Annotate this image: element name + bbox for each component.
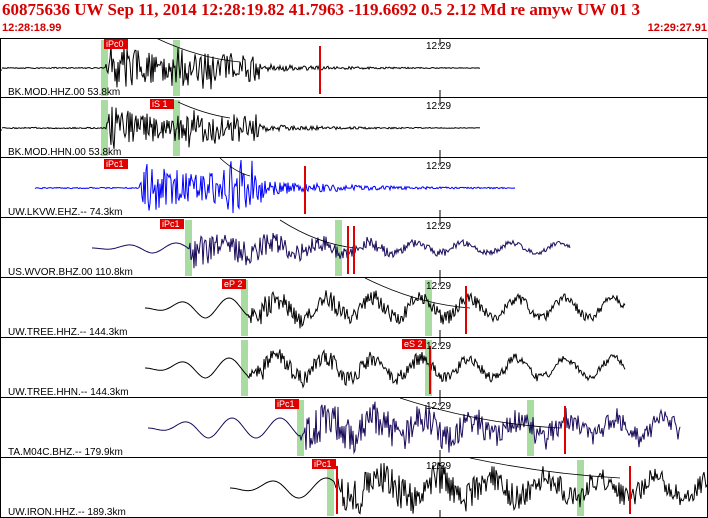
station-label-1: BK.MOD.HHN.00 53.8km [8, 147, 121, 158]
pick-window-3-1 [335, 220, 342, 276]
minute-label: 12:29 [426, 401, 451, 412]
minute-label: 12:29 [426, 221, 451, 232]
pick-label-6: iPc1 [277, 399, 295, 409]
pick-window-5-0 [241, 340, 248, 396]
travel-curve-1 [177, 101, 231, 119]
waveform-0 [1, 44, 481, 90]
seismogram-panel: iPc0 12:29 BK.MOD.HHZ.00 53.8km iS 1 12:29 BK… [0, 38, 708, 518]
station-label-3: US.WVOR.BHZ.00 110.8km [8, 267, 133, 278]
waveform-3 [92, 232, 571, 269]
travel-curve-3 [279, 219, 356, 249]
station-label-7: UW.IRON.HHZ.-- 189.3km [8, 507, 126, 518]
end-time: 12:29:27.91 [647, 22, 707, 34]
station-label-5: UW.TREE.HHN.-- 144.3km [8, 387, 129, 398]
minute-label: 12:29 [426, 161, 451, 172]
pick-label-2: iPc1 [106, 159, 124, 169]
minute-label: 12:29 [426, 41, 451, 52]
pick-window-7-1 [577, 460, 584, 516]
waveform-5 [145, 349, 626, 389]
pick-label-1: iS 1 [152, 99, 168, 109]
minute-label: 12:29 [426, 461, 451, 472]
station-label-6: TA.M04C.BHZ.-- 179.9km [8, 447, 123, 458]
header: 60875636 UW Sep 11, 2014 12:28:19.82 41.… [0, 0, 708, 38]
pick-label-4: eP 2 [224, 279, 242, 289]
start-time: 12:28:18.99 [2, 22, 62, 34]
station-label-4: UW.TREE.HHZ.-- 144.3km [8, 327, 127, 338]
waveform-7 [230, 462, 708, 515]
waveform-6 [148, 401, 681, 455]
waveform-1 [1, 106, 481, 149]
minute-label: 12:29 [426, 101, 451, 112]
minute-label: 12:29 [426, 341, 451, 352]
pick-label-3: iPc1 [162, 219, 180, 229]
event-title: 60875636 UW Sep 11, 2014 12:28:19.82 41.… [2, 0, 640, 19]
pick-label-0: iPc0 [106, 39, 124, 49]
pick-label-5: eS 2 [404, 339, 423, 349]
pick-label-7: iPc1 [314, 459, 332, 469]
waveform-4 [145, 290, 626, 329]
travel-curve-4 [364, 277, 471, 309]
minute-label: 12:29 [426, 281, 451, 292]
station-label-0: BK.MOD.HHZ.00 53.8km [8, 87, 120, 98]
station-label-2: UW.LKVW.EHZ.-- 74.3km [8, 207, 122, 218]
